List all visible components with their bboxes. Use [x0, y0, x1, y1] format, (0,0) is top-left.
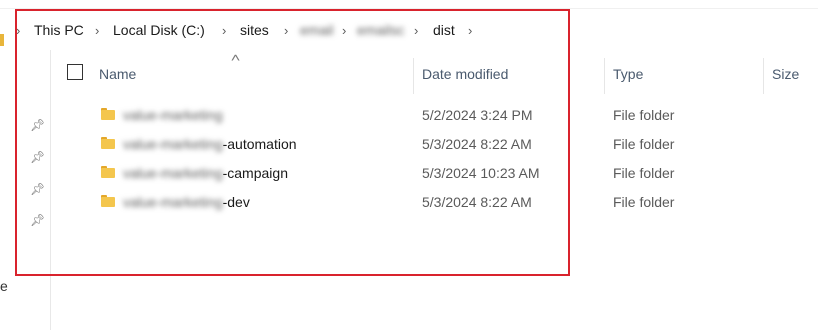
item-type: File folder [613, 194, 675, 210]
window-top-edge [0, 0, 818, 9]
item-type: File folder [613, 136, 675, 152]
item-type: File folder [613, 107, 675, 123]
column-divider[interactable] [604, 58, 605, 94]
column-header-size[interactable]: Size [772, 66, 799, 82]
folder-icon [0, 34, 4, 46]
annotation-highlight-box [15, 9, 570, 276]
nav-item-label-partial[interactable]: e [0, 278, 8, 294]
column-header-type[interactable]: Type [613, 66, 643, 82]
item-type: File folder [613, 165, 675, 181]
column-divider[interactable] [763, 58, 764, 94]
